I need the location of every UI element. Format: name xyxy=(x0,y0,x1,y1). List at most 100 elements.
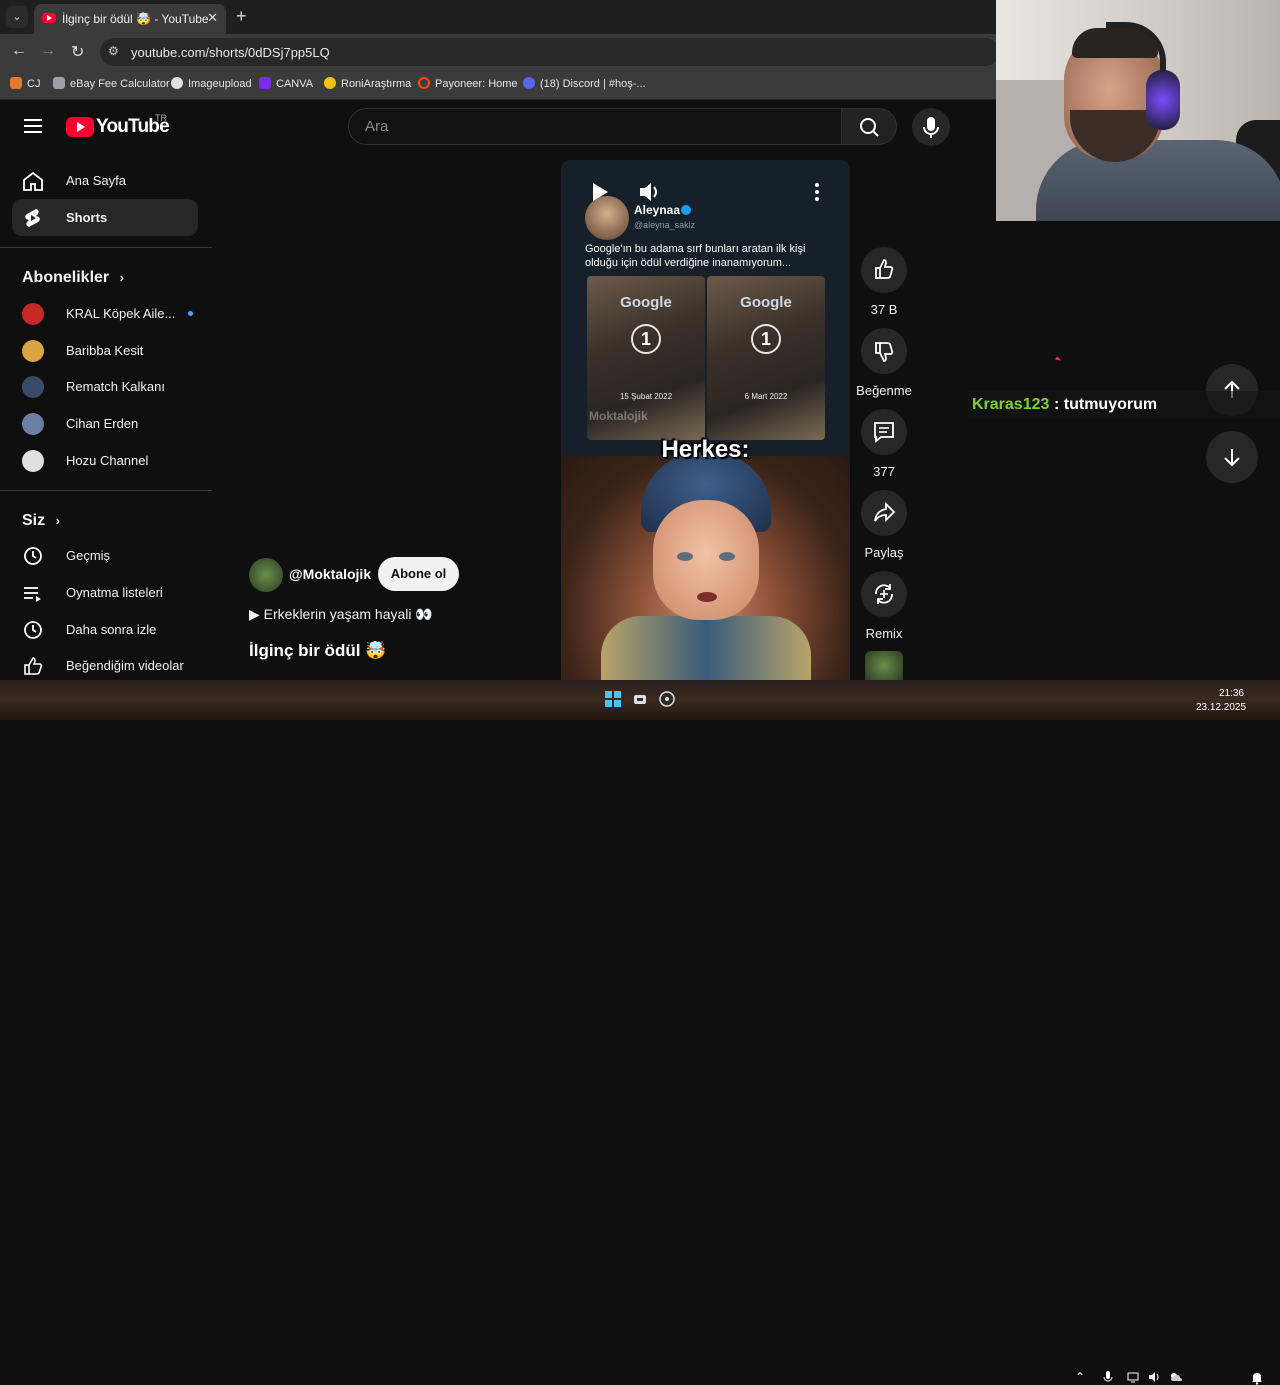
clock-icon xyxy=(24,621,42,639)
tray-chevron-up-icon[interactable]: ⌃ xyxy=(1075,1370,1085,1384)
comments-button[interactable]: 377 xyxy=(861,409,907,479)
bookmark-discord[interactable]: (18) Discord | #hoş-... xyxy=(523,77,646,90)
sidebar-sub-kral[interactable]: KRAL Köpek Aile... xyxy=(12,295,198,332)
share-label: Paylaş xyxy=(864,545,904,560)
sidebar-item-label: Baribba Kesit xyxy=(66,343,144,358)
tab-close-icon[interactable]: ✕ xyxy=(207,10,218,26)
more-options-button[interactable] xyxy=(799,174,835,210)
subscribe-button[interactable]: Abone ol xyxy=(378,557,459,591)
notification-bell-icon[interactable] xyxy=(1250,1371,1264,1385)
share-button[interactable]: Paylaş xyxy=(861,490,907,560)
obs-icon[interactable] xyxy=(658,690,676,708)
address-bar[interactable]: ⚙ youtube.com/shorts/0dDSj7pp5LQ xyxy=(100,38,1000,66)
shorts-icon xyxy=(25,209,40,227)
sidebar-item-label: Rematch Kalkanı xyxy=(66,379,165,394)
remix-icon xyxy=(875,584,893,604)
bookmark-label: CANVA xyxy=(276,78,314,90)
volume-icon xyxy=(640,183,657,201)
like-button[interactable]: 37 B xyxy=(861,247,907,317)
sidebar-item-watch-later[interactable]: Daha sonra izle xyxy=(12,611,198,648)
playlist-link[interactable]: ▶ Erkeklerin yaşam hayali 👀 xyxy=(249,606,433,623)
channel-avatar xyxy=(22,413,44,435)
streamer-body xyxy=(1036,140,1280,221)
sidebar-sub-hozu[interactable]: Hozu Channel xyxy=(12,442,198,479)
video-caption: Herkes: xyxy=(661,436,750,463)
plaque-date: 15 Şubat 2022 xyxy=(619,392,673,401)
tab-search-dropdown[interactable]: ⌄ xyxy=(6,6,28,28)
bookmark-imageupload[interactable]: Imageupload xyxy=(171,77,252,90)
site-settings-icon[interactable]: ⚙ xyxy=(108,44,119,58)
sidebar-item-home[interactable]: Ana Sayfa xyxy=(12,162,198,199)
remix-label: Remix xyxy=(865,626,903,641)
bookmark-label: Imageupload xyxy=(188,78,252,90)
sound-thumbnail[interactable] xyxy=(865,651,903,680)
eye-shape xyxy=(719,552,735,561)
reload-icon[interactable]: ↻ xyxy=(71,42,84,62)
award-plaque: Google 1 6 Mart 2022 xyxy=(707,276,825,440)
sidebar-item-label: Hozu Channel xyxy=(66,453,149,468)
sidebar-item-history[interactable]: Geçmiş xyxy=(12,537,198,574)
more-vertical-icon xyxy=(815,183,819,201)
bookmark-payoneer[interactable]: Payoneer: Home xyxy=(418,77,518,90)
roni-icon xyxy=(324,77,336,89)
webcam-overlay xyxy=(996,0,1280,221)
remix-button[interactable]: Remix xyxy=(861,571,907,641)
sidebar-item-label: Cihan Erden xyxy=(66,416,139,431)
subscriptions-heading[interactable]: Abonelikler › xyxy=(22,269,124,287)
youtube-play-logo-icon xyxy=(66,117,94,137)
search-icon xyxy=(860,118,879,137)
tray-microphone-icon[interactable] xyxy=(1102,1370,1114,1384)
tweet-handle: @aleyna_sakiz xyxy=(634,220,696,230)
chevron-right-icon: › xyxy=(55,513,60,528)
you-heading[interactable]: Siz › xyxy=(22,512,60,530)
system-clock[interactable]: 21:36 23.12.2025 xyxy=(1196,687,1246,715)
channel-avatar xyxy=(22,340,44,362)
sidebar-sub-cihan[interactable]: Cihan Erden xyxy=(12,405,198,442)
forward-arrow-icon[interactable]: → xyxy=(40,42,56,60)
dislike-button[interactable]: Beğenme xyxy=(856,328,912,398)
windows-start-icon[interactable] xyxy=(604,690,622,708)
back-arrow-icon[interactable]: ← xyxy=(11,42,27,60)
browser-tab-active[interactable]: İlginç bir ödül 🤯 - YouTube ✕ xyxy=(34,4,226,34)
coat-shape xyxy=(601,616,811,680)
network-icon[interactable] xyxy=(1127,1370,1141,1384)
sidebar-divider xyxy=(0,247,212,248)
sidebar-item-label: Beğendiğim videolar xyxy=(66,658,184,673)
globe-icon xyxy=(171,77,183,89)
app-icon[interactable] xyxy=(631,690,649,708)
sidebar-item-label: KRAL Köpek Aile... xyxy=(66,306,176,321)
speaker-icon[interactable] xyxy=(1147,1370,1161,1384)
new-tab-icon[interactable]: + xyxy=(236,6,247,27)
sidebar-sub-rematch[interactable]: Rematch Kalkanı xyxy=(12,368,198,405)
channel-name[interactable]: @Moktalojik xyxy=(289,566,371,582)
weather-icon[interactable] xyxy=(1168,1370,1184,1384)
next-short-button[interactable] xyxy=(1206,431,1258,483)
voice-search-button[interactable] xyxy=(912,108,950,146)
channel-avatar xyxy=(22,376,44,398)
chat-text: : tutmuyorum xyxy=(1054,396,1158,413)
sidebar-item-playlists[interactable]: Oynatma listeleri xyxy=(12,574,198,611)
bookmark-ebay[interactable]: eBay Fee Calculator xyxy=(53,77,170,90)
menu-icon[interactable] xyxy=(24,119,42,133)
cj-icon xyxy=(10,77,22,89)
volume-button[interactable] xyxy=(631,174,667,210)
subscriptions-title: Abonelikler xyxy=(22,269,110,286)
plaque-logo: Google xyxy=(740,294,792,311)
stream-chat-message: Kraras123 : tutmuyorum xyxy=(968,391,1280,419)
bookmark-label: CJ xyxy=(27,78,41,90)
url-text: youtube.com/shorts/0dDSj7pp5LQ xyxy=(131,45,330,60)
youtube-favicon-icon xyxy=(42,13,56,23)
channel-avatar[interactable] xyxy=(249,558,283,592)
bookmark-cj[interactable]: CJ xyxy=(10,77,40,90)
shorts-video-player[interactable]: Aleynaa @aleyna_sakiz Google'ın bu adama… xyxy=(561,160,850,680)
bookmark-canva[interactable]: CANVA xyxy=(259,77,313,90)
bookmark-roni[interactable]: RoniAraştırma xyxy=(324,77,411,90)
movie-still xyxy=(561,452,850,680)
search-button[interactable] xyxy=(841,108,897,145)
sidebar-item-liked-videos[interactable]: Beğendiğim videolar xyxy=(12,647,198,684)
sidebar-item-shorts[interactable]: Shorts xyxy=(12,199,198,236)
sidebar-sub-baribba[interactable]: Baribba Kesit xyxy=(12,332,198,369)
search-input[interactable]: Ara xyxy=(348,108,842,145)
play-button[interactable] xyxy=(581,174,617,210)
verified-badge-icon xyxy=(681,205,691,215)
